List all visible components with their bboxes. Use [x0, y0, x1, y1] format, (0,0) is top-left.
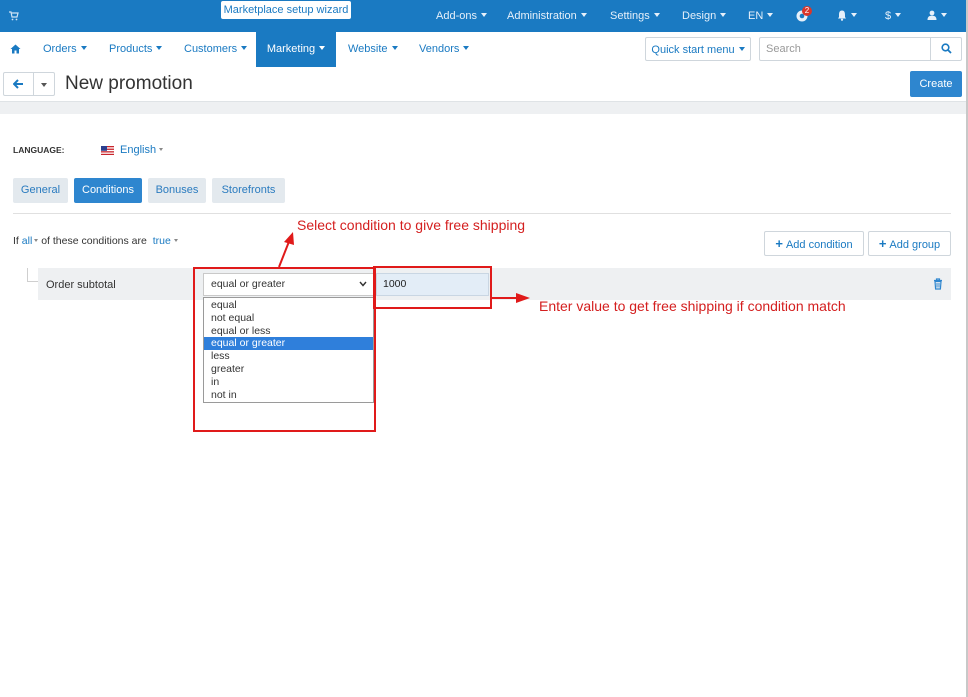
- topnav-administration-label: Administration: [507, 10, 577, 22]
- top-bar: Marketplace setup wizard Add-ons Adminis…: [0, 0, 968, 32]
- chevron-down-icon: [720, 13, 727, 18]
- history-dropdown-icon[interactable]: [41, 83, 47, 87]
- chevron-down-icon: [851, 13, 857, 18]
- chevron-down-icon: [391, 46, 398, 51]
- nav-website[interactable]: Website: [348, 32, 398, 67]
- topnav-addons-label: Add-ons: [436, 10, 477, 22]
- chevron-down-icon: [173, 238, 178, 242]
- annotation-box-value: [373, 266, 492, 309]
- back-button-group: [3, 72, 55, 96]
- trash-icon[interactable]: [933, 278, 943, 290]
- topnav-language-label: EN: [748, 10, 764, 22]
- add-group-label: Add group: [889, 239, 941, 251]
- page-title: New promotion: [65, 73, 193, 94]
- plus-icon: +: [878, 236, 887, 251]
- language-selector[interactable]: English: [120, 144, 164, 156]
- tab-bonuses[interactable]: Bonuses: [148, 178, 206, 203]
- divider: [13, 213, 951, 214]
- annotation-box-operator: [193, 267, 376, 432]
- nav-vendors[interactable]: Vendors: [419, 32, 470, 67]
- nav-marketing[interactable]: Marketing: [256, 32, 336, 67]
- home-icon[interactable]: [10, 44, 21, 57]
- divider: [33, 73, 34, 95]
- truth-label: true: [152, 235, 171, 247]
- chevron-down-icon: [34, 238, 39, 242]
- chevron-down-icon: [480, 13, 487, 18]
- nav-orders-label: Orders: [43, 43, 77, 55]
- search-button[interactable]: [930, 37, 962, 61]
- true-false-selector[interactable]: true: [153, 235, 178, 247]
- topnav-addons[interactable]: Add-ons: [436, 0, 487, 32]
- plus-icon: +: [775, 236, 783, 251]
- bell-icon: [837, 10, 847, 22]
- tab-conditions[interactable]: Conditions: [74, 178, 142, 203]
- quick-start-menu-button[interactable]: Quick start menu: [645, 37, 751, 61]
- search-input[interactable]: [759, 37, 931, 61]
- topnav-language[interactable]: EN: [748, 0, 774, 32]
- topnav-design[interactable]: Design: [682, 0, 727, 32]
- all-label: all: [21, 235, 33, 247]
- search-icon: [941, 43, 952, 57]
- all-any-selector[interactable]: all: [22, 235, 39, 247]
- nav-customers[interactable]: Customers: [184, 32, 248, 67]
- tab-general[interactable]: General: [13, 178, 68, 203]
- topnav-administration[interactable]: Administration: [507, 0, 587, 32]
- annotation-value-note: Enter value to get free shipping if cond…: [539, 298, 846, 314]
- create-button[interactable]: Create: [910, 71, 962, 97]
- back-arrow-icon[interactable]: [12, 79, 24, 92]
- conditions-summary: If all of these conditions are true: [13, 235, 178, 247]
- add-condition-label: Add condition: [785, 239, 853, 251]
- language-label: LANGUAGE:: [13, 145, 65, 155]
- topnav-currency[interactable]: $: [885, 0, 902, 32]
- chevron-down-icon: [159, 147, 164, 151]
- marketplace-setup-wizard-button[interactable]: Marketplace setup wizard: [221, 1, 351, 19]
- chevron-down-icon: [80, 46, 87, 51]
- topnav-settings-label: Settings: [610, 10, 650, 22]
- tab-storefronts[interactable]: Storefronts: [212, 178, 285, 203]
- nav-customers-label: Customers: [184, 43, 238, 55]
- condition-name: Order subtotal: [46, 279, 116, 291]
- chevron-down-icon: [941, 13, 947, 18]
- chevron-down-icon: [895, 13, 902, 18]
- cart-icon[interactable]: [9, 11, 19, 24]
- nav-website-label: Website: [348, 43, 388, 55]
- chevron-down-icon: [767, 13, 774, 18]
- currency-label: $: [885, 10, 892, 22]
- annotation-arrow-up: [278, 238, 291, 268]
- chevron-down-icon: [156, 46, 163, 51]
- topnav-design-label: Design: [682, 10, 717, 22]
- chevron-down-icon: [319, 46, 326, 51]
- topnav-notifications[interactable]: [837, 0, 857, 32]
- main-nav: Orders Products Customers Marketing Webs…: [0, 32, 968, 68]
- add-group-button[interactable]: + Add group: [868, 231, 951, 256]
- annotation-select-note: Select condition to give free shipping: [297, 217, 526, 233]
- user-icon: [927, 10, 937, 22]
- annotation-arrowhead-up: [284, 232, 294, 245]
- topnav-settings[interactable]: Settings: [610, 0, 660, 32]
- chevron-down-icon: [463, 46, 470, 51]
- notification-badge: 2: [802, 6, 812, 16]
- nav-products-label: Products: [109, 43, 153, 55]
- conditions-prefix: If: [13, 235, 19, 247]
- nav-vendors-label: Vendors: [419, 43, 460, 55]
- language-value: English: [120, 144, 157, 156]
- quick-start-label: Quick start menu: [651, 44, 735, 56]
- chevron-down-icon: [241, 46, 248, 51]
- nav-products[interactable]: Products: [109, 32, 163, 67]
- topnav-user[interactable]: [927, 0, 947, 32]
- add-condition-button[interactable]: + Add condition: [764, 231, 864, 256]
- conditions-middle-text: of these conditions are: [41, 235, 147, 247]
- nav-marketing-label: Marketing: [266, 43, 316, 55]
- us-flag-icon: [101, 146, 114, 155]
- divider: [0, 101, 968, 114]
- chevron-down-icon: [653, 13, 660, 18]
- chevron-down-icon: [580, 13, 587, 18]
- nav-orders[interactable]: Orders: [43, 32, 87, 67]
- chevron-down-icon: [738, 47, 745, 52]
- tree-connector: [27, 268, 38, 282]
- condition-row: [38, 268, 951, 300]
